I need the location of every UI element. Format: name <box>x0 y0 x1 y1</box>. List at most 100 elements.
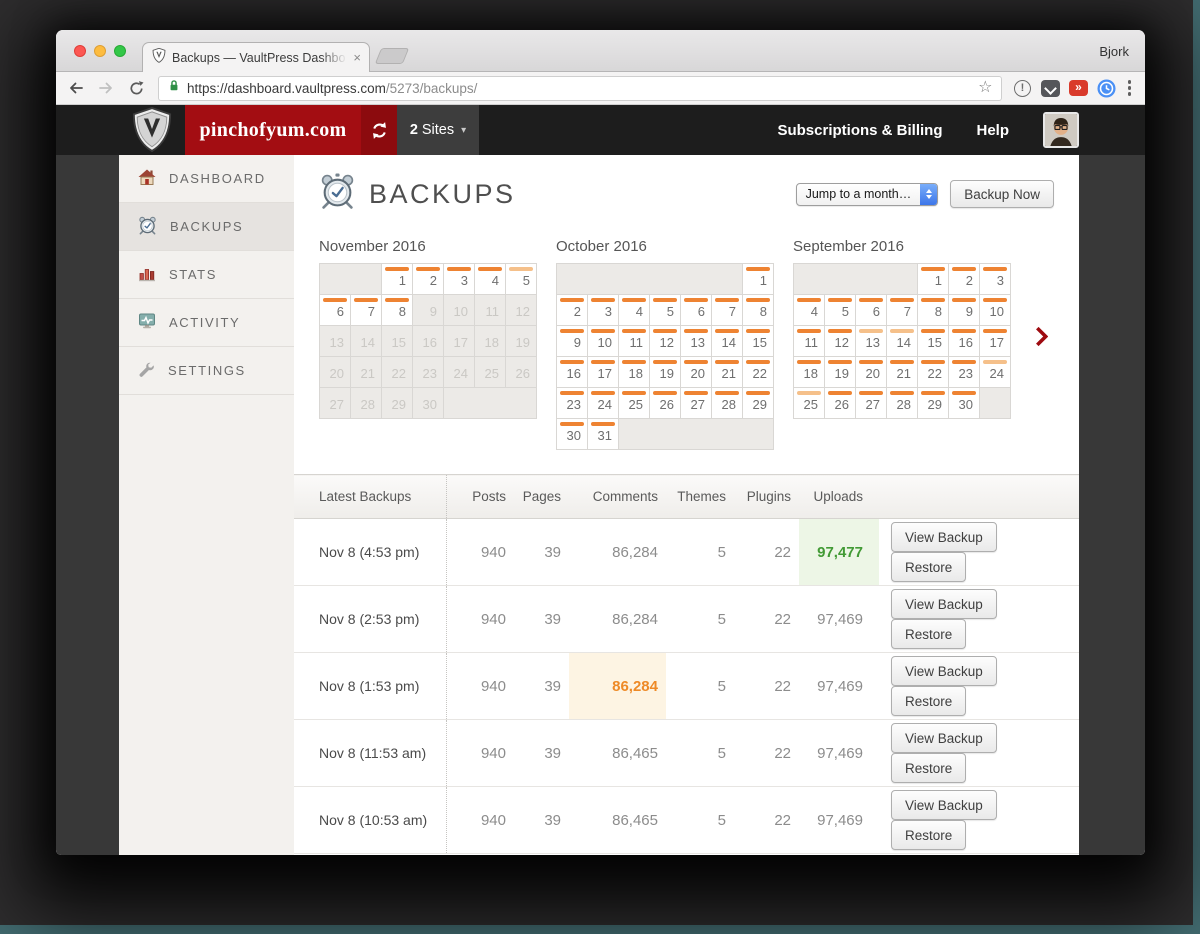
help-link[interactable]: Help <box>976 105 1009 155</box>
user-avatar[interactable] <box>1043 112 1079 148</box>
backup-now-button[interactable]: Backup Now <box>950 180 1054 208</box>
calendar-day[interactable]: 14 <box>712 326 743 357</box>
forward-icon[interactable] <box>94 76 118 100</box>
calendar-day[interactable]: 20 <box>856 357 887 388</box>
browser-menu-icon[interactable] <box>1124 80 1136 96</box>
calendar-day[interactable]: 4 <box>475 264 506 295</box>
restore-button[interactable]: Restore <box>891 820 967 850</box>
new-tab-button[interactable] <box>374 48 410 64</box>
calendar-day[interactable]: 26 <box>650 388 681 419</box>
jump-to-month-select[interactable]: Jump to a month… <box>795 182 939 206</box>
close-window-button[interactable] <box>74 45 86 57</box>
sites-dropdown[interactable]: 2 Sites ▾ <box>397 105 479 155</box>
extension-pocket-icon[interactable] <box>1040 77 1062 99</box>
calendar-day[interactable]: 24 <box>588 388 619 419</box>
calendar-day[interactable]: 29 <box>743 388 774 419</box>
calendar-day[interactable]: 17 <box>588 357 619 388</box>
calendar-day[interactable]: 16 <box>949 326 980 357</box>
calendar-day[interactable]: 3 <box>588 295 619 326</box>
extension-history-clock-icon[interactable] <box>1096 77 1118 99</box>
view-backup-button[interactable]: View Backup <box>891 522 997 552</box>
view-backup-button[interactable]: View Backup <box>891 723 997 753</box>
calendar-day[interactable]: 2 <box>557 295 588 326</box>
calendar-day[interactable]: 8 <box>918 295 949 326</box>
sidebar-item-dashboard[interactable]: DASHBOARD <box>119 155 294 203</box>
calendar-day[interactable]: 4 <box>794 295 825 326</box>
calendar-day[interactable]: 6 <box>320 295 351 326</box>
sidebar-item-stats[interactable]: STATS <box>119 251 294 299</box>
extension-fastforward-icon[interactable]: » <box>1068 77 1090 99</box>
calendar-day[interactable]: 23 <box>949 357 980 388</box>
calendar-day[interactable]: 27 <box>681 388 712 419</box>
calendar-day[interactable]: 12 <box>825 326 856 357</box>
calendar-day[interactable]: 23 <box>557 388 588 419</box>
calendar-day[interactable]: 24 <box>980 357 1011 388</box>
calendar-day[interactable]: 1 <box>743 264 774 295</box>
calendar-day[interactable]: 21 <box>887 357 918 388</box>
calendar-day[interactable]: 26 <box>825 388 856 419</box>
calendar-day[interactable]: 22 <box>918 357 949 388</box>
calendar-day[interactable]: 14 <box>887 326 918 357</box>
address-bar[interactable]: https://dashboard.vaultpress.com/5273/ba… <box>158 75 1002 101</box>
sidebar-item-activity[interactable]: ACTIVITY <box>119 299 294 347</box>
tab-close-icon[interactable]: × <box>353 51 361 64</box>
calendar-day[interactable]: 19 <box>825 357 856 388</box>
calendar-day[interactable]: 1 <box>918 264 949 295</box>
calendar-day[interactable]: 2 <box>949 264 980 295</box>
calendar-day[interactable]: 21 <box>712 357 743 388</box>
calendar-day[interactable]: 2 <box>413 264 444 295</box>
calendar-day[interactable]: 15 <box>743 326 774 357</box>
browser-profile-name[interactable]: Bjork <box>1099 44 1129 59</box>
calendar-day[interactable]: 27 <box>856 388 887 419</box>
calendar-day[interactable]: 25 <box>619 388 650 419</box>
reload-icon[interactable] <box>124 76 148 100</box>
restore-button[interactable]: Restore <box>891 753 967 783</box>
calendar-day[interactable]: 10 <box>588 326 619 357</box>
calendar-day[interactable]: 6 <box>681 295 712 326</box>
calendar-day[interactable]: 13 <box>856 326 887 357</box>
browser-tab[interactable]: Backups — VaultPress Dashbo × <box>142 42 370 72</box>
calendar-day[interactable]: 29 <box>918 388 949 419</box>
calendar-day[interactable]: 16 <box>557 357 588 388</box>
calendar-day[interactable]: 17 <box>980 326 1011 357</box>
calendar-day[interactable]: 11 <box>619 326 650 357</box>
calendar-day[interactable]: 8 <box>743 295 774 326</box>
calendar-day[interactable]: 9 <box>557 326 588 357</box>
calendar-day[interactable]: 4 <box>619 295 650 326</box>
calendar-day[interactable]: 7 <box>712 295 743 326</box>
calendar-day[interactable]: 25 <box>794 388 825 419</box>
calendar-day[interactable]: 8 <box>382 295 413 326</box>
sidebar-item-settings[interactable]: SETTINGS <box>119 347 294 395</box>
refresh-site-icon[interactable] <box>361 105 397 155</box>
minimize-window-button[interactable] <box>94 45 106 57</box>
calendar-day[interactable]: 31 <box>588 419 619 450</box>
calendar-day[interactable]: 5 <box>650 295 681 326</box>
calendar-day[interactable]: 7 <box>351 295 382 326</box>
current-site-name[interactable]: pinchofyum.com <box>185 105 361 155</box>
calendar-day[interactable]: 19 <box>650 357 681 388</box>
calendar-day[interactable]: 3 <box>444 264 475 295</box>
calendar-day[interactable]: 11 <box>794 326 825 357</box>
calendar-day[interactable]: 12 <box>650 326 681 357</box>
bookmark-star-icon[interactable]: ☆ <box>978 80 992 96</box>
restore-button[interactable]: Restore <box>891 686 967 716</box>
calendar-day[interactable]: 20 <box>681 357 712 388</box>
next-month-arrow-icon[interactable] <box>1035 326 1049 352</box>
calendar-day[interactable]: 1 <box>382 264 413 295</box>
calendar-day[interactable]: 6 <box>856 295 887 326</box>
calendar-day[interactable]: 15 <box>918 326 949 357</box>
calendar-day[interactable]: 13 <box>681 326 712 357</box>
calendar-day[interactable]: 18 <box>619 357 650 388</box>
calendar-day[interactable]: 30 <box>949 388 980 419</box>
zoom-window-button[interactable] <box>114 45 126 57</box>
extension-alert-icon[interactable]: ! <box>1012 77 1034 99</box>
calendar-day[interactable]: 5 <box>825 295 856 326</box>
calendar-day[interactable]: 28 <box>712 388 743 419</box>
restore-button[interactable]: Restore <box>891 619 967 649</box>
sidebar-item-backups[interactable]: BACKUPS <box>119 203 294 251</box>
view-backup-button[interactable]: View Backup <box>891 656 997 686</box>
back-icon[interactable] <box>64 76 88 100</box>
calendar-day[interactable]: 7 <box>887 295 918 326</box>
calendar-day[interactable]: 5 <box>506 264 537 295</box>
calendar-day[interactable]: 3 <box>980 264 1011 295</box>
